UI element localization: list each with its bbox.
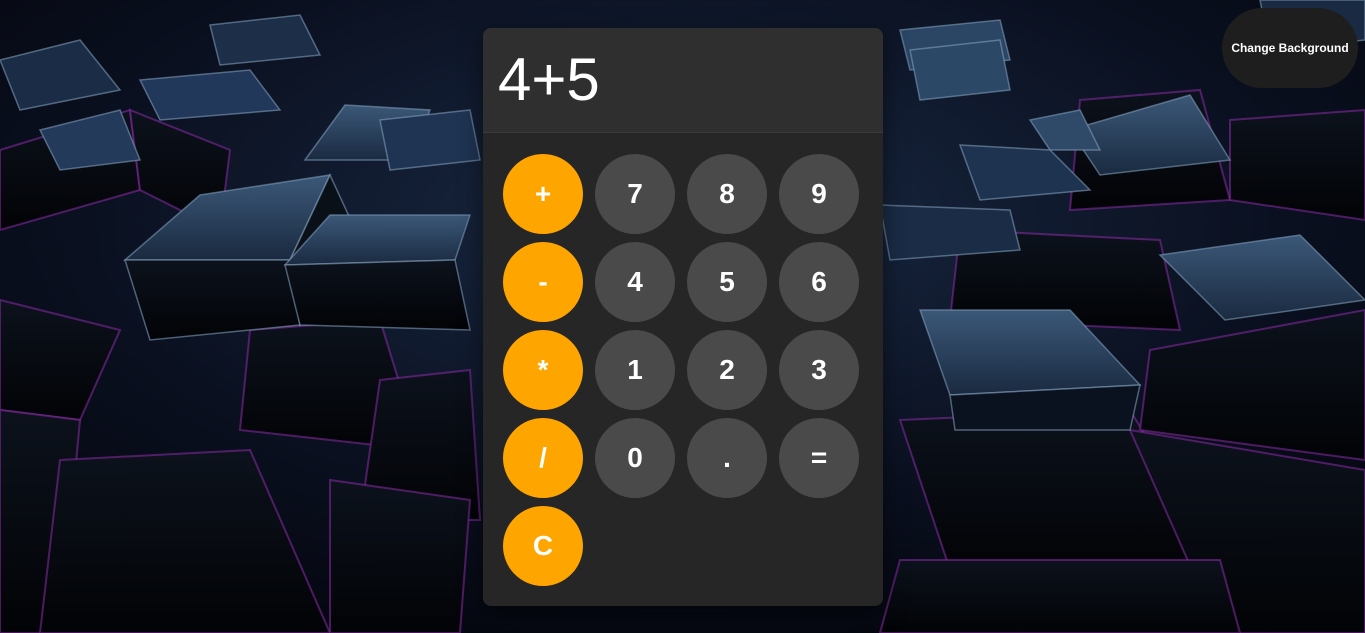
one-button[interactable]: 1	[595, 330, 675, 410]
nine-button[interactable]: 9	[779, 154, 859, 234]
eight-button[interactable]: 8	[687, 154, 767, 234]
calculator-display: 4+5	[483, 28, 883, 133]
three-button[interactable]: 3	[779, 330, 859, 410]
six-button[interactable]: 6	[779, 242, 859, 322]
divide-button[interactable]: /	[503, 418, 583, 498]
change-background-button[interactable]: Change Background	[1222, 8, 1358, 88]
equals-button[interactable]: =	[779, 418, 859, 498]
four-button[interactable]: 4	[595, 242, 675, 322]
decimal-button[interactable]: .	[687, 418, 767, 498]
multiply-button[interactable]: *	[503, 330, 583, 410]
five-button[interactable]: 5	[687, 242, 767, 322]
minus-button[interactable]: -	[503, 242, 583, 322]
clear-button[interactable]: C	[503, 506, 583, 586]
zero-button[interactable]: 0	[595, 418, 675, 498]
display-value: 4+5	[498, 46, 600, 113]
plus-button[interactable]: +	[503, 154, 583, 234]
calculator: 4+5 + 7 8 9 - 4 5 6 * 1 2 3 / 0 . = C	[483, 28, 883, 606]
two-button[interactable]: 2	[687, 330, 767, 410]
seven-button[interactable]: 7	[595, 154, 675, 234]
